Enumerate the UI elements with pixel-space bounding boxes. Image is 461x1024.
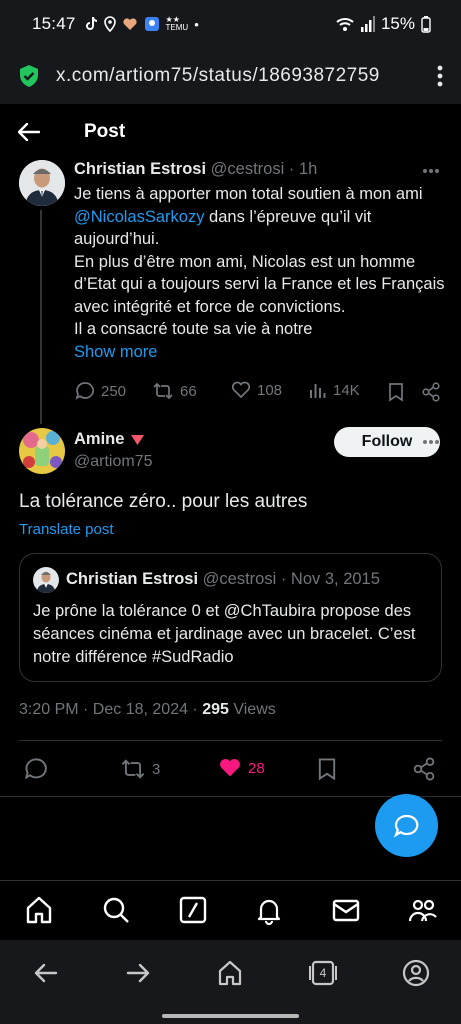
status-right: 15% (335, 14, 431, 34)
like-count: 28 (248, 759, 265, 777)
account-icon[interactable] (401, 958, 431, 988)
status-time: 15:47 (32, 14, 76, 33)
compose-reply-button[interactable] (375, 794, 438, 857)
status-bar: 15:47 ★★ TEMU • 15% (0, 0, 461, 48)
colorful-avatar-icon (19, 428, 65, 474)
more-options-icon[interactable] (422, 439, 440, 445)
main-tweet-text: La tolérance zéro.. pour les autres (19, 491, 308, 512)
repost-count: 66 (180, 382, 197, 400)
signal-icon (360, 16, 375, 32)
tweet-text-part: Il a consacré toute sa vie à notre (74, 320, 313, 338)
quote-author-row: Christian Estrosi @cestrosi · Nov 3, 201… (66, 570, 380, 589)
communities-icon[interactable] (408, 895, 438, 925)
analytics-icon (310, 384, 326, 398)
battery-percent: 15% (380, 14, 415, 33)
repost-count: 3 (152, 760, 161, 778)
grok-icon[interactable] (178, 895, 208, 925)
wifi-icon (336, 18, 354, 31)
quote-date: · Nov 3, 2015 (280, 570, 380, 588)
person-photo-icon (33, 567, 59, 593)
divider (19, 740, 442, 741)
tabs-count: 4 (319, 966, 327, 980)
thread-connector (40, 210, 42, 424)
messages-envelope-icon[interactable] (331, 895, 361, 925)
temu-icon: ★★ TEMU (165, 15, 189, 32)
like-button[interactable]: 108 (231, 381, 282, 399)
share-icon[interactable] (422, 382, 440, 402)
reply-count: 250 (101, 382, 127, 400)
heart-filled-icon (220, 758, 240, 777)
notification-icons: ★★ TEMU • (84, 16, 199, 32)
tweet-text-part: En plus d’être mon ami, Nicolas est un h… (74, 252, 445, 316)
tiktok-icon (85, 16, 97, 30)
avatar[interactable] (19, 428, 65, 474)
parent-tweet-author: Christian Estrosi @cestrosi · 1h (74, 160, 317, 179)
author-handle[interactable]: @artiom75 (74, 453, 153, 471)
view-count: 14K (333, 381, 360, 399)
notifications-bell-icon[interactable] (254, 895, 284, 925)
person-photo-icon (19, 160, 65, 206)
repost-button[interactable]: 66 (152, 381, 197, 401)
app-icon (144, 17, 159, 31)
more-options-icon[interactable] (422, 168, 440, 174)
more-notifications-dot: • (194, 16, 199, 32)
quoted-tweet[interactable]: Christian Estrosi @cestrosi · Nov 3, 201… (19, 553, 442, 682)
translate-post-link[interactable]: Translate post (19, 521, 114, 538)
main-author-row: Amine (74, 430, 145, 449)
repost-icon (153, 382, 173, 400)
tweet-text-part: Je tiens à apporter mon total soutien à … (74, 185, 423, 203)
back-arrow-icon[interactable] (18, 123, 40, 141)
quote-text: Je prône la tolérance 0 et @ChTaubira pr… (33, 602, 416, 666)
home-icon[interactable] (24, 895, 54, 925)
like-button[interactable]: 28 (218, 757, 265, 779)
search-icon[interactable] (101, 895, 131, 925)
battery-icon (421, 15, 431, 33)
author-handle[interactable]: @cestrosi (211, 160, 285, 178)
browser-forward-icon[interactable] (123, 958, 153, 988)
gesture-home-bar[interactable] (162, 1014, 299, 1018)
browser-nav-bar: 4 (0, 940, 461, 1024)
reply-icon (75, 382, 95, 400)
avatar[interactable] (19, 160, 65, 206)
page-title: Post (84, 121, 126, 142)
url-text[interactable]: x.com/artiom75/status/18693872759 (56, 65, 416, 87)
reply-button[interactable]: 250 (75, 381, 126, 401)
author-name[interactable]: Amine (74, 430, 124, 449)
bookmark-icon[interactable] (388, 382, 404, 402)
browser-back-icon[interactable] (31, 958, 61, 988)
repost-button[interactable]: 3 (120, 757, 160, 781)
browser-address-bar[interactable]: x.com/artiom75/status/18693872759 (0, 48, 461, 104)
health-icon (122, 18, 137, 30)
reply-icon[interactable] (24, 757, 48, 781)
red-triangle-icon (131, 434, 145, 445)
views-count: 295 (202, 701, 229, 718)
tweet-meta: 3:20 PM · Dec 18, 2024 · 295 Views (19, 701, 276, 719)
browser-home-icon[interactable] (215, 958, 245, 988)
views-label: Views (228, 701, 276, 718)
tabs-button[interactable]: 4 (308, 958, 338, 988)
tweet-text: Je tiens à apporter mon total soutien à … (74, 183, 446, 363)
timestamp[interactable]: 3:20 PM · Dec 18, 2024 · (19, 701, 202, 718)
author-name: Christian Estrosi (66, 570, 199, 588)
author-handle: @cestrosi (202, 570, 277, 588)
like-count: 108 (257, 381, 283, 399)
secure-shield-icon[interactable] (18, 64, 40, 88)
app-bottom-nav (0, 880, 461, 940)
bookmark-icon[interactable] (317, 757, 337, 781)
author-name[interactable]: Christian Estrosi (74, 160, 206, 178)
location-icon (103, 16, 116, 32)
views-button[interactable]: 14K (309, 381, 360, 399)
reply-bubble-icon (393, 814, 418, 838)
show-more-link[interactable]: Show more (74, 343, 157, 361)
avatar (33, 567, 59, 593)
tweet-time: · 1h (288, 160, 318, 178)
post-header: Post (0, 104, 461, 160)
repost-icon (121, 759, 145, 779)
mention-link[interactable]: @NicolasSarkozy (74, 208, 204, 226)
heart-icon (231, 381, 251, 399)
browser-menu-icon[interactable] (437, 65, 443, 87)
share-icon[interactable] (413, 757, 435, 781)
